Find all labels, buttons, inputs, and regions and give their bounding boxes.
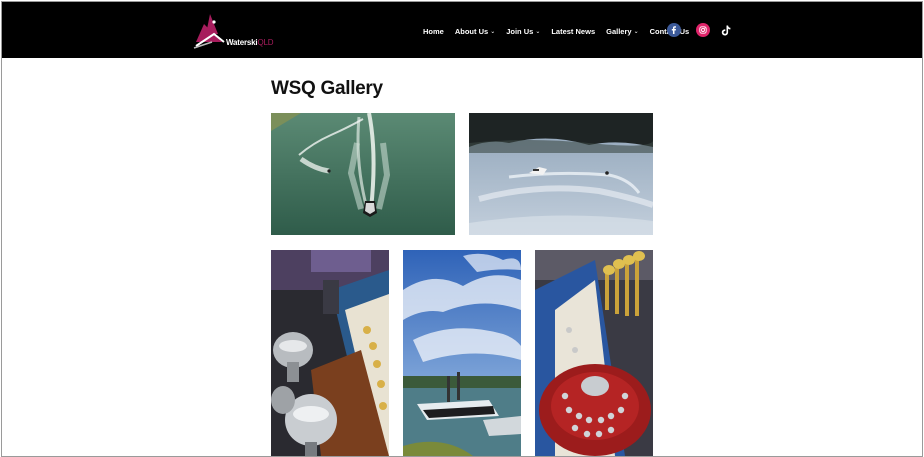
gallery-image — [535, 250, 653, 456]
instagram-link[interactable] — [696, 23, 710, 37]
nav-about-us[interactable]: About Us ⌄ — [455, 27, 495, 36]
chevron-down-icon: ⌄ — [535, 28, 541, 35]
chevron-down-icon: ⌄ — [490, 28, 496, 35]
nav-join-us[interactable]: Join Us ⌄ — [506, 27, 540, 36]
gallery-image — [271, 250, 389, 456]
gallery-photo-boats-at-lake[interactable] — [403, 250, 521, 456]
main-nav: Home About Us ⌄ Join Us ⌄ Latest News Ga… — [423, 24, 700, 38]
gallery-image — [469, 113, 653, 235]
site-header: WaterskiQLD Home About Us ⌄ Join Us ⌄ La… — [2, 2, 922, 58]
nav-join-us-label: Join Us — [506, 26, 534, 36]
gallery-photo-river-boat-skier[interactable] — [469, 113, 653, 235]
nav-about-us-label: About Us — [454, 26, 489, 36]
gallery-image — [403, 250, 521, 456]
gallery-photo-medals-and-shield[interactable] — [535, 250, 653, 456]
gallery-photo-aerial-boat-skier[interactable] — [271, 113, 455, 235]
instagram-icon — [699, 26, 707, 34]
nav-latest-news[interactable]: Latest News — [551, 27, 595, 36]
gallery-image — [271, 113, 455, 235]
gallery-photo-trophy-table[interactable] — [271, 250, 389, 456]
nav-latest-news-label: Latest News — [551, 26, 596, 36]
browser-frame: WaterskiQLD Home About Us ⌄ Join Us ⌄ La… — [1, 1, 923, 457]
nav-home-label: Home — [423, 26, 444, 36]
nav-gallery-label: Gallery — [606, 26, 632, 36]
page-scrollbar[interactable] — [918, 6, 920, 446]
facebook-link[interactable] — [667, 23, 681, 37]
nav-gallery[interactable]: Gallery ⌄ — [606, 27, 638, 36]
facebook-icon — [671, 26, 676, 34]
tiktok-link[interactable] — [719, 23, 733, 37]
page-title: WSQ Gallery — [271, 78, 383, 99]
nav-home[interactable]: Home — [423, 27, 444, 36]
chevron-down-icon: ⌄ — [633, 28, 639, 35]
site-logo[interactable]: WaterskiQLD — [192, 12, 282, 50]
tiktok-icon — [721, 25, 731, 35]
logo-wordmark: WaterskiQLD — [226, 38, 274, 47]
